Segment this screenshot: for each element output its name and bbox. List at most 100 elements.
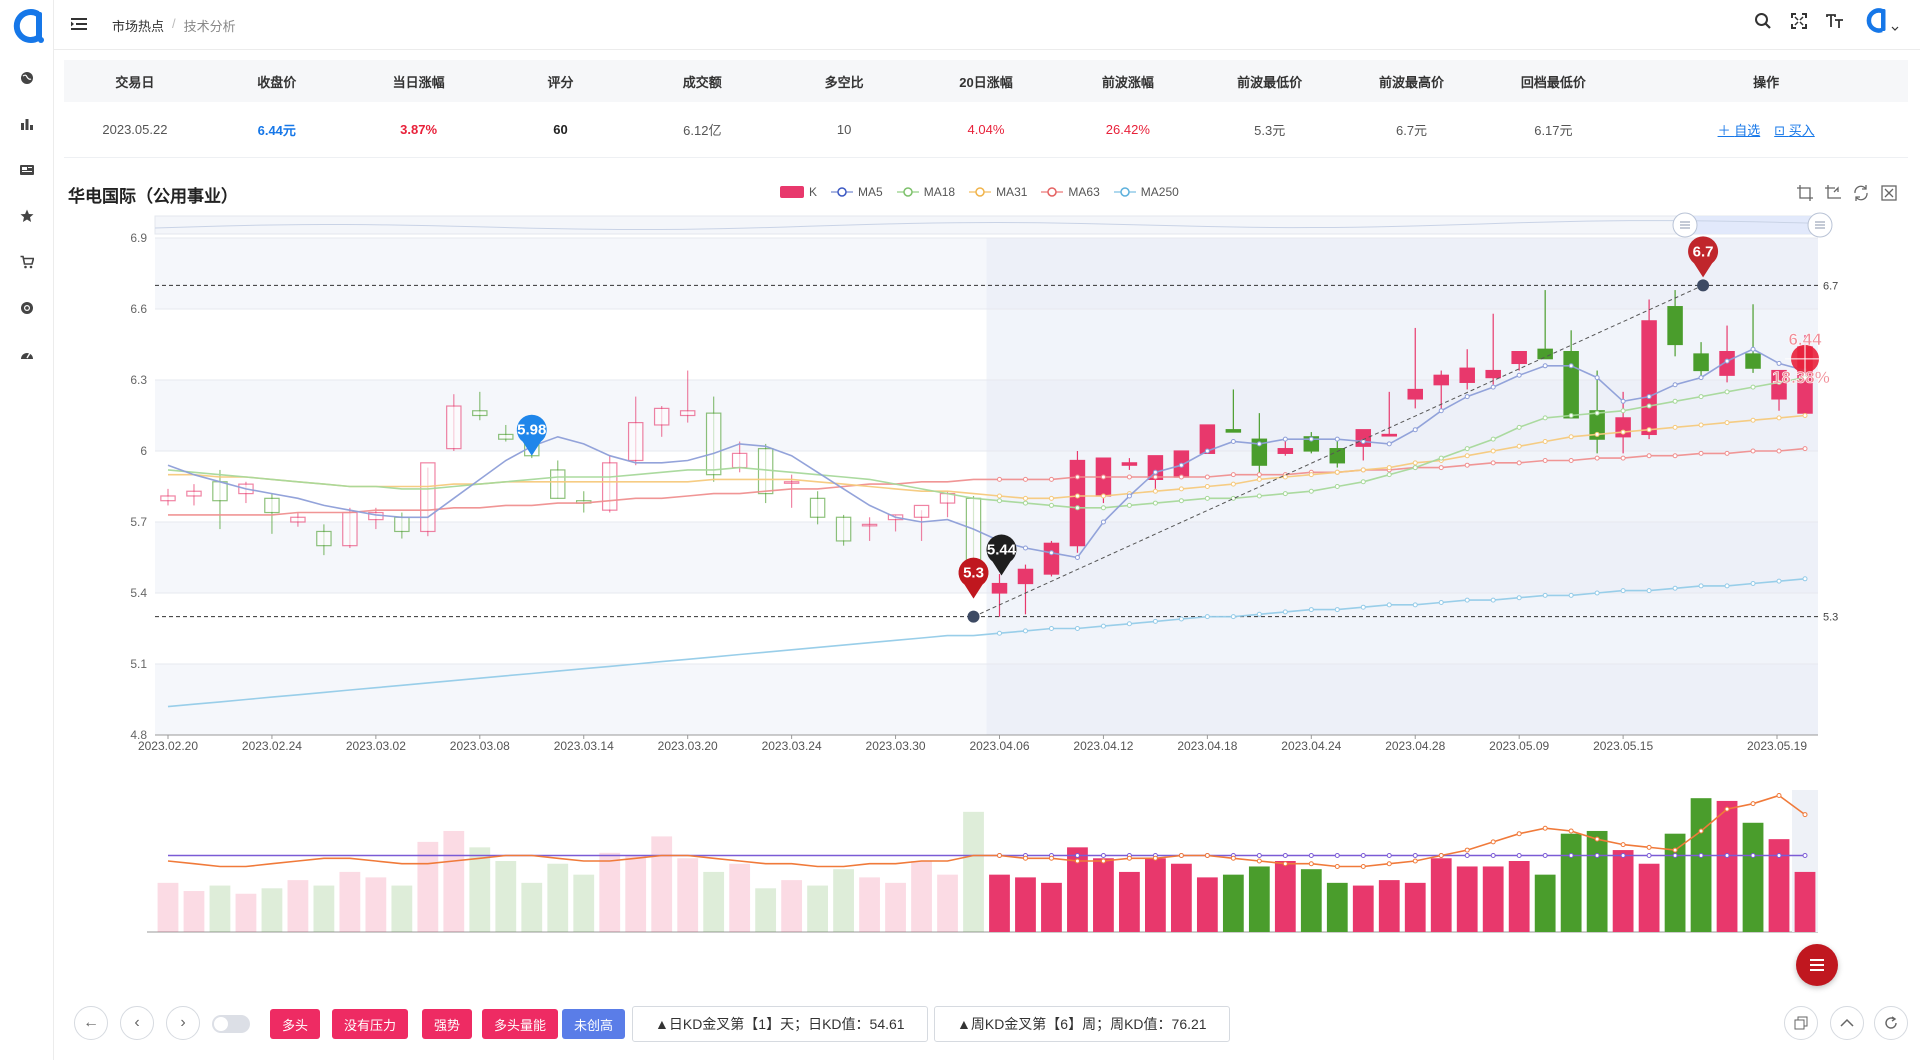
- toggle-switch[interactable]: [212, 1015, 250, 1033]
- current-price-label: 6.44: [1788, 330, 1822, 349]
- volume-ma-long-point: [1698, 853, 1704, 859]
- tag-strong[interactable]: 强势: [422, 1009, 473, 1039]
- volume-ma-long-point: [1672, 853, 1678, 859]
- ma63-point: [1256, 472, 1262, 478]
- x-tick-label: 2023.05.09: [1489, 739, 1549, 753]
- volume-bar: [1638, 863, 1660, 932]
- x-tick-label: 2023.03.08: [450, 739, 510, 753]
- candle-body: [731, 452, 748, 469]
- candle-body: [498, 433, 514, 440]
- ma250-point: [996, 630, 1002, 636]
- ma5-point: [1490, 384, 1496, 390]
- volume-bar: [469, 847, 491, 932]
- menu-icon: [1810, 959, 1824, 971]
- zoom-slider-window: [1685, 216, 1820, 234]
- volume-ma-short-point: [1464, 847, 1470, 853]
- x-tick-label: 2023.05.15: [1593, 739, 1653, 753]
- copy-icon[interactable]: [1784, 1006, 1818, 1040]
- x-tick-label: 2023.03.02: [346, 739, 406, 753]
- candle-body: [1485, 369, 1501, 379]
- ma63-point: [1464, 462, 1470, 468]
- ma18-point: [1724, 389, 1730, 395]
- volume-ma-short-point: [1256, 858, 1262, 864]
- volume-bar: [1378, 880, 1400, 932]
- candle-body: [1407, 388, 1423, 400]
- ma18-point: [1048, 502, 1054, 508]
- ma5-point: [1594, 375, 1600, 381]
- volume-bar: [183, 891, 205, 932]
- volume-ma-long-point: [1074, 853, 1080, 859]
- ma18-point: [1750, 384, 1756, 390]
- candle-body: [1511, 351, 1527, 365]
- candle-body: [783, 481, 800, 484]
- volume-ma-short-point: [1750, 801, 1756, 807]
- ma31-point: [1386, 465, 1392, 471]
- candle-body: [1381, 433, 1398, 437]
- volume-bar: [443, 830, 465, 932]
- ma250-point: [1360, 604, 1366, 610]
- volume-bar: [989, 874, 1010, 932]
- ma18-point: [1412, 465, 1418, 471]
- ma250-point: [1386, 602, 1392, 608]
- ma63-point: [1776, 448, 1782, 454]
- ma18-point: [1022, 500, 1028, 506]
- ma250-point: [1204, 614, 1210, 620]
- volume-ma-short-point: [1594, 836, 1600, 842]
- chevron-left-icon[interactable]: ‹: [120, 1006, 154, 1040]
- candle-body: [1043, 542, 1060, 575]
- x-tick-label: 2023.03.20: [658, 739, 718, 753]
- ma250-point: [1152, 618, 1158, 624]
- floating-menu-button[interactable]: [1796, 944, 1838, 986]
- volume-ma-short-point: [1178, 853, 1184, 859]
- ma63-point: [1750, 448, 1756, 454]
- candle-body: [1225, 429, 1242, 433]
- ma63-point: [1724, 450, 1730, 456]
- volume-bar: [703, 871, 725, 932]
- ma250-point: [1542, 592, 1548, 598]
- low-point-dot: [967, 610, 980, 623]
- chevron-up-icon[interactable]: [1830, 1006, 1864, 1040]
- ma63-point: [1568, 457, 1574, 463]
- tag-no-pressure[interactable]: 没有压力: [332, 1009, 409, 1039]
- candle-body: [446, 405, 462, 450]
- volume-ma-short-point: [1022, 855, 1028, 861]
- y-tick-label: 5.7: [130, 515, 147, 529]
- chevron-right-icon[interactable]: ›: [166, 1006, 200, 1040]
- ma5-point: [1282, 436, 1288, 442]
- ma63-point: [1074, 474, 1080, 480]
- ma31-point: [1464, 453, 1470, 459]
- volume-bar: [885, 882, 906, 932]
- candle-body: [264, 497, 280, 514]
- tag-bull-volume[interactable]: 多头量能: [482, 1009, 559, 1039]
- ma250-point: [1074, 626, 1080, 631]
- volume-bar: [1612, 850, 1634, 932]
- tag-bull[interactable]: 多头: [270, 1009, 321, 1039]
- candle-body: [1693, 353, 1709, 372]
- volume-bar: [573, 874, 595, 932]
- kline-chart[interactable]: 6.96.66.365.75.45.14.82023.02.20 2023.02.…: [0, 0, 1920, 1000]
- candle-body: [420, 462, 436, 533]
- candle-body: [1017, 568, 1034, 585]
- ma63-point: [1178, 474, 1184, 480]
- ma18-point: [1438, 455, 1444, 461]
- volume-bar: [1248, 866, 1270, 932]
- candle-body: [1459, 367, 1475, 383]
- volume-ma-long-point: [1724, 853, 1730, 859]
- candle-body: [679, 410, 696, 417]
- ma18-point: [1386, 472, 1392, 478]
- ma63-point: [1672, 453, 1678, 459]
- ma18-point: [1074, 505, 1080, 511]
- ma18-point: [996, 498, 1002, 504]
- refresh-icon[interactable]: [1874, 1006, 1908, 1040]
- ma5-point: [1100, 519, 1106, 525]
- ma31-point: [1620, 429, 1626, 435]
- arrow-left-icon[interactable]: ←: [74, 1006, 108, 1040]
- ma5-point: [1412, 427, 1418, 433]
- candle-body: [160, 495, 176, 502]
- ma63-point: [1204, 474, 1210, 480]
- volume-bar: [1274, 861, 1296, 932]
- ma5-point: [1698, 375, 1704, 381]
- tag-not-new-high[interactable]: 未创高: [562, 1009, 626, 1039]
- volume-bar: [521, 882, 543, 932]
- ma18-point: [1594, 410, 1600, 416]
